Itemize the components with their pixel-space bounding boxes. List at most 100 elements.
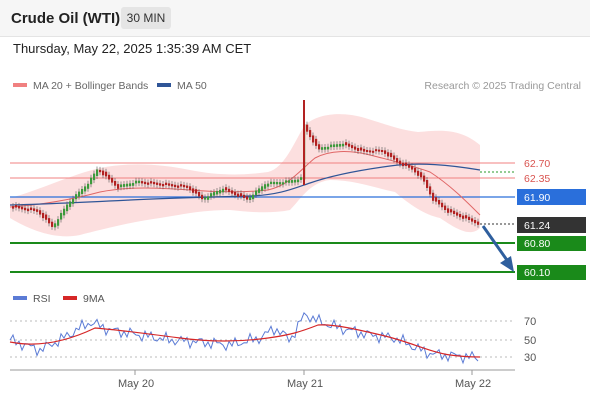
candle-body [351,145,354,149]
candle-body [363,148,366,152]
candle-body [372,150,375,153]
candle-body [195,189,198,194]
candle-body [132,183,135,186]
candle-body [474,220,477,224]
candle-body [285,180,288,183]
candle-body [60,212,63,220]
candle-body [447,208,450,213]
candle-body [171,184,174,187]
candle-body [459,214,462,218]
candle-body [189,186,192,190]
candle-body [18,205,21,209]
candle-body [81,189,84,194]
candle-body [384,150,387,154]
candle-body [33,208,36,211]
candle-body [99,169,102,173]
candle-body [102,170,105,176]
candle-body [258,188,261,193]
candle-body [261,186,264,191]
support-2-label: 60.10 [524,267,550,279]
candle-body [297,179,300,183]
last-price-label: 61.24 [524,220,550,232]
resistance-2-label: 62.70 [524,158,550,170]
candle-body [210,193,213,197]
candle-body [156,182,159,185]
candle-body [420,172,423,178]
candle-body [399,160,402,165]
candle-body [333,144,336,147]
candle-body [429,186,432,195]
candle-body [180,184,183,187]
candle-body [378,149,381,152]
candle-body [123,184,126,187]
candle-body [228,188,231,192]
candle-body [390,152,393,158]
candle-body [423,175,426,182]
candle-body [306,124,309,132]
candle-body [36,209,39,212]
candle-body [87,183,90,189]
candle-body [360,147,363,151]
x-axis-label-may22: May 22 [455,378,491,390]
candle-body [441,202,444,208]
candle-body [405,162,408,166]
candle-body [57,219,60,226]
candle-body [276,182,279,185]
candle-body [282,182,285,185]
candle-body [444,205,447,210]
candle-body [183,184,186,188]
candle-body [162,184,165,187]
candle-body [237,193,240,197]
resistance-1-label: 62.35 [524,173,550,185]
candle-body [318,144,321,150]
candle-body [117,184,120,189]
rsi-line [9,312,479,365]
candle-body [24,207,27,211]
candle-body [393,155,396,160]
candle-body [315,138,318,146]
candle-body [120,184,123,188]
rsi-tick-50: 50 [524,335,536,347]
candle-body [450,209,453,213]
candle-body [435,197,438,202]
candle-body [288,180,291,183]
candle-body [255,190,258,196]
candle-body [414,167,417,173]
support-1-label: 60.80 [524,238,550,250]
candle-body [264,184,267,189]
candle-body [375,149,378,152]
candle-body [369,150,372,153]
candle-body [402,162,405,167]
candle-body [90,177,93,185]
candle-body [471,218,474,222]
candle-body [327,146,330,150]
candle-body [201,194,204,200]
candle-body [270,181,273,185]
candle-body [330,144,333,148]
candle-body [222,188,225,193]
candle-body [63,208,66,216]
candle-body [465,215,468,219]
candle-body [438,200,441,205]
candle-body [165,182,168,185]
candle-body [309,130,312,138]
candle-body [198,192,201,197]
pivot-label: 61.90 [524,192,550,204]
price-chart[interactable]: 62.70 62.35 61.90 61.24 60.80 60.10 70 5… [0,0,590,400]
candle-body [129,183,132,187]
candle-body [468,216,471,220]
candle-body [45,214,48,220]
candle-body [84,186,87,192]
candle-body [126,183,129,187]
candle-body [462,215,465,219]
candle-body [135,180,138,184]
candle-body [42,212,45,219]
candle-body [387,152,390,157]
candle-body [144,181,147,185]
candle-body [273,181,276,185]
candle-body [21,206,24,210]
candle-body [324,147,327,150]
candle-body [141,181,144,184]
candle-body [339,144,342,147]
candle-body [138,180,141,184]
